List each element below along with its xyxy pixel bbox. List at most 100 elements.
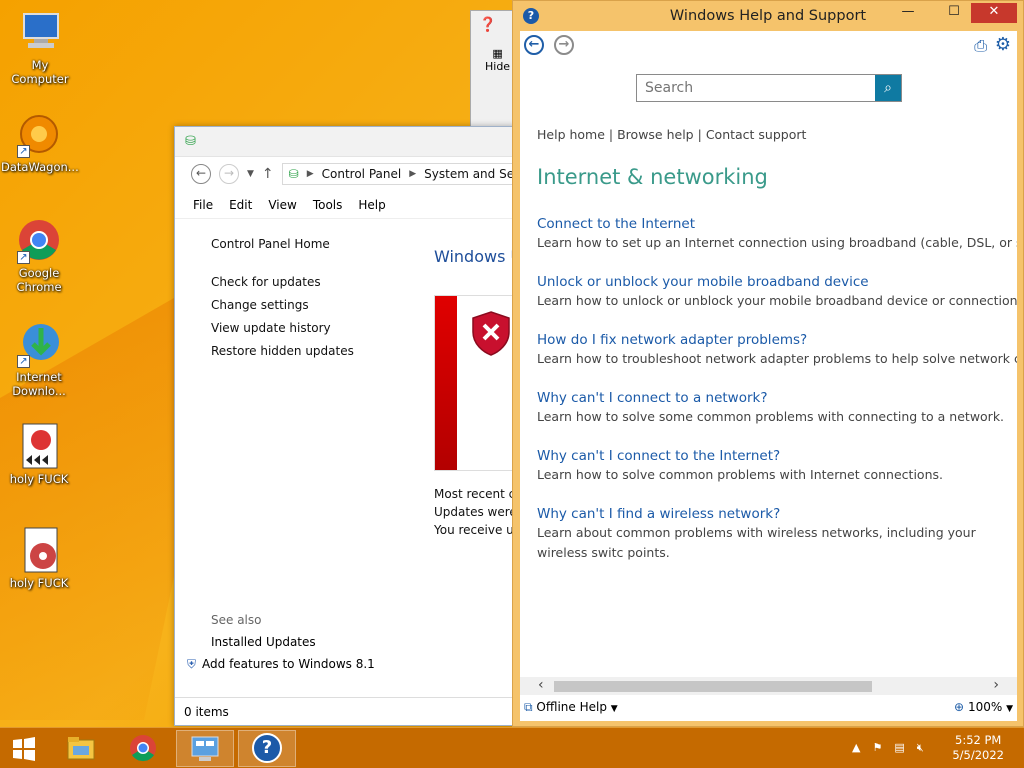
shortcut-arrow-icon: ↗: [17, 251, 30, 264]
chrome-icon: [130, 735, 156, 762]
scrollbar-thumb[interactable]: [554, 681, 872, 692]
topic-link[interactable]: Why can't I connect to the Internet?: [537, 447, 1017, 465]
page-heading: Internet & networking: [537, 165, 768, 189]
help-window[interactable]: ? Windows Help and Support — ☐ ✕ ← → ⎙ ⚙…: [512, 0, 1024, 727]
topic-description: Learn how to solve common problems with …: [537, 467, 943, 482]
show-hidden-icons-icon[interactable]: ▲: [852, 741, 860, 755]
topic-description: Learn how to unlock or unblock your mobi…: [537, 293, 1017, 308]
scroll-left-icon[interactable]: ‹: [538, 677, 544, 693]
network-icon[interactable]: ▤: [894, 741, 904, 755]
back-button[interactable]: ←: [191, 164, 211, 184]
topic-link[interactable]: Why can't I connect to a network?: [537, 389, 1017, 407]
taskbar-chrome[interactable]: [114, 730, 172, 767]
horizontal-scrollbar[interactable]: ‹ ›: [520, 677, 1017, 695]
change-settings-link[interactable]: Change settings: [211, 298, 354, 312]
desktop-icon-datawagon[interactable]: ↗ DataWagon...: [1, 110, 79, 174]
menu-edit[interactable]: Edit: [221, 198, 260, 212]
search-button[interactable]: ⌕: [875, 75, 901, 101]
control-panel-icon: ⛁: [185, 134, 196, 149]
navigation-bar: ← → ▼ ↑ ⛁ ▶ Control Panel ▶ System and S…: [175, 157, 515, 191]
menu-tools[interactable]: Tools: [305, 198, 351, 212]
media-file-icon: [15, 526, 63, 574]
desktop-icon-label: Internet Downlo...: [12, 370, 66, 398]
topic-item: How do I fix network adapter problems? L…: [537, 331, 1017, 369]
back-button[interactable]: ←: [524, 35, 544, 55]
window-titlebar[interactable]: ⛁: [175, 127, 515, 157]
action-center-icon[interactable]: ⚑: [872, 741, 882, 755]
help-home-link[interactable]: Help home: [537, 127, 605, 142]
maximize-button[interactable]: ☐: [941, 3, 967, 23]
status-color-bar: [435, 296, 457, 470]
topic-link[interactable]: Connect to the Internet: [537, 215, 1017, 233]
breadcrumb-item[interactable]: Control Panel: [322, 167, 402, 181]
menu-help[interactable]: Help: [350, 198, 393, 212]
update-status-text: Most recent ch Updates were i You receiv…: [434, 485, 524, 539]
topic-link[interactable]: Unlock or unblock your mobile broadband …: [537, 273, 1017, 291]
scroll-right-icon[interactable]: ›: [993, 677, 999, 693]
topic-item: Unlock or unblock your mobile broadband …: [537, 273, 1017, 311]
link-separator: |: [608, 127, 614, 142]
windows-update-window[interactable]: ⛁ ← → ▼ ↑ ⛁ ▶ Control Panel ▶ System and…: [174, 126, 524, 726]
folder-icon: [67, 737, 95, 760]
see-also-section: See also Installed Updates ⛨ Add features…: [187, 613, 375, 672]
taskbar-file-explorer[interactable]: [52, 730, 110, 767]
uac-shield-icon: ⛨: [187, 657, 197, 671]
close-button[interactable]: ✕: [971, 3, 1017, 23]
desktop-icon-label: Google Chrome: [16, 266, 62, 294]
control-panel-home-link[interactable]: Control Panel Home: [211, 237, 354, 251]
minimize-button[interactable]: —: [895, 3, 921, 23]
check-for-updates-link[interactable]: Check for updates: [211, 275, 354, 289]
search-input[interactable]: [637, 75, 875, 101]
restore-hidden-updates-link[interactable]: Restore hidden updates: [211, 344, 354, 358]
desktop-icon-my-computer[interactable]: My Computer: [2, 8, 78, 86]
hide-label: Hide: [485, 60, 511, 73]
topic-link[interactable]: Why can't I find a wireless network?: [537, 505, 1017, 523]
recent-pages-dropdown[interactable]: ▼: [247, 169, 254, 179]
topic-description: Learn how to set up an Internet connecti…: [537, 235, 1017, 250]
desktop-icon-chrome[interactable]: ↗ Google Chrome: [1, 216, 77, 294]
view-update-history-link[interactable]: View update history: [211, 321, 354, 335]
help-toolbar: ← → ⎙ ⚙: [520, 31, 1017, 61]
help-top-links: Help home | Browse help | Contact suppor…: [537, 127, 806, 142]
help-icon: ?: [252, 733, 282, 763]
browse-help-link[interactable]: Browse help: [617, 127, 694, 142]
volume-muted-icon[interactable]: 🔇︎: [917, 741, 924, 755]
up-button[interactable]: ↑: [262, 166, 274, 182]
menu-view[interactable]: View: [260, 198, 304, 212]
window-titlebar[interactable]: ? Windows Help and Support — ☐ ✕: [513, 1, 1023, 31]
forward-button[interactable]: →: [554, 35, 574, 55]
desktop-icon-label: holy FUCK: [9, 576, 69, 590]
chevron-right-icon: ▶: [409, 169, 417, 179]
breadcrumb-item[interactable]: System and Secu: [424, 167, 514, 181]
address-bar[interactable]: ⛁ ▶ Control Panel ▶ System and Secu: [281, 163, 515, 185]
chevron-down-icon: ▼: [1006, 704, 1013, 714]
desktop-icon-label: DataWagon...: [1, 160, 79, 174]
shield-error-icon: [472, 311, 510, 356]
taskbar-control-panel[interactable]: [176, 730, 234, 767]
clock-date: 5/5/2022: [952, 748, 1004, 762]
clock[interactable]: 5:52 PM 5/5/2022: [952, 733, 1004, 763]
add-features-link[interactable]: ⛨ Add features to Windows 8.1: [187, 657, 375, 672]
hide-button[interactable]: ▦ Hide: [485, 47, 510, 73]
zoom-control[interactable]: ⊕ 100% ▼: [954, 700, 1013, 714]
print-icon[interactable]: ⎙: [974, 36, 987, 56]
gear-icon[interactable]: ⚙: [995, 34, 1011, 55]
zoom-level: 100%: [967, 700, 1003, 714]
start-button[interactable]: [0, 730, 48, 767]
status-line: Updates were i: [434, 505, 524, 519]
desktop-icon-holy-2[interactable]: holy FUCK: [1, 526, 77, 590]
system-tray: ▲ ⚑ ▤ 🔇︎: [852, 741, 924, 755]
desktop-icon-internet-download[interactable]: ↗ Internet Downlo...: [1, 320, 77, 398]
forward-button[interactable]: →: [219, 164, 239, 184]
offline-help-dropdown[interactable]: ⧉ Offline Help ▼: [524, 700, 618, 715]
menu-file[interactable]: File: [185, 198, 221, 212]
contact-support-link[interactable]: Contact support: [706, 127, 807, 142]
add-features-label: Add features to Windows 8.1: [202, 657, 375, 671]
menu-bar: File Edit View Tools Help: [175, 191, 515, 219]
topic-description: Learn about common problems with wireles…: [537, 525, 976, 560]
installed-updates-link[interactable]: Installed Updates: [211, 635, 375, 649]
taskbar-help-and-support[interactable]: ?: [238, 730, 296, 767]
topic-link[interactable]: How do I fix network adapter problems?: [537, 331, 1017, 349]
desktop-icon-holy-1[interactable]: holy FUCK: [1, 422, 77, 486]
control-panel-icon: [191, 736, 219, 761]
